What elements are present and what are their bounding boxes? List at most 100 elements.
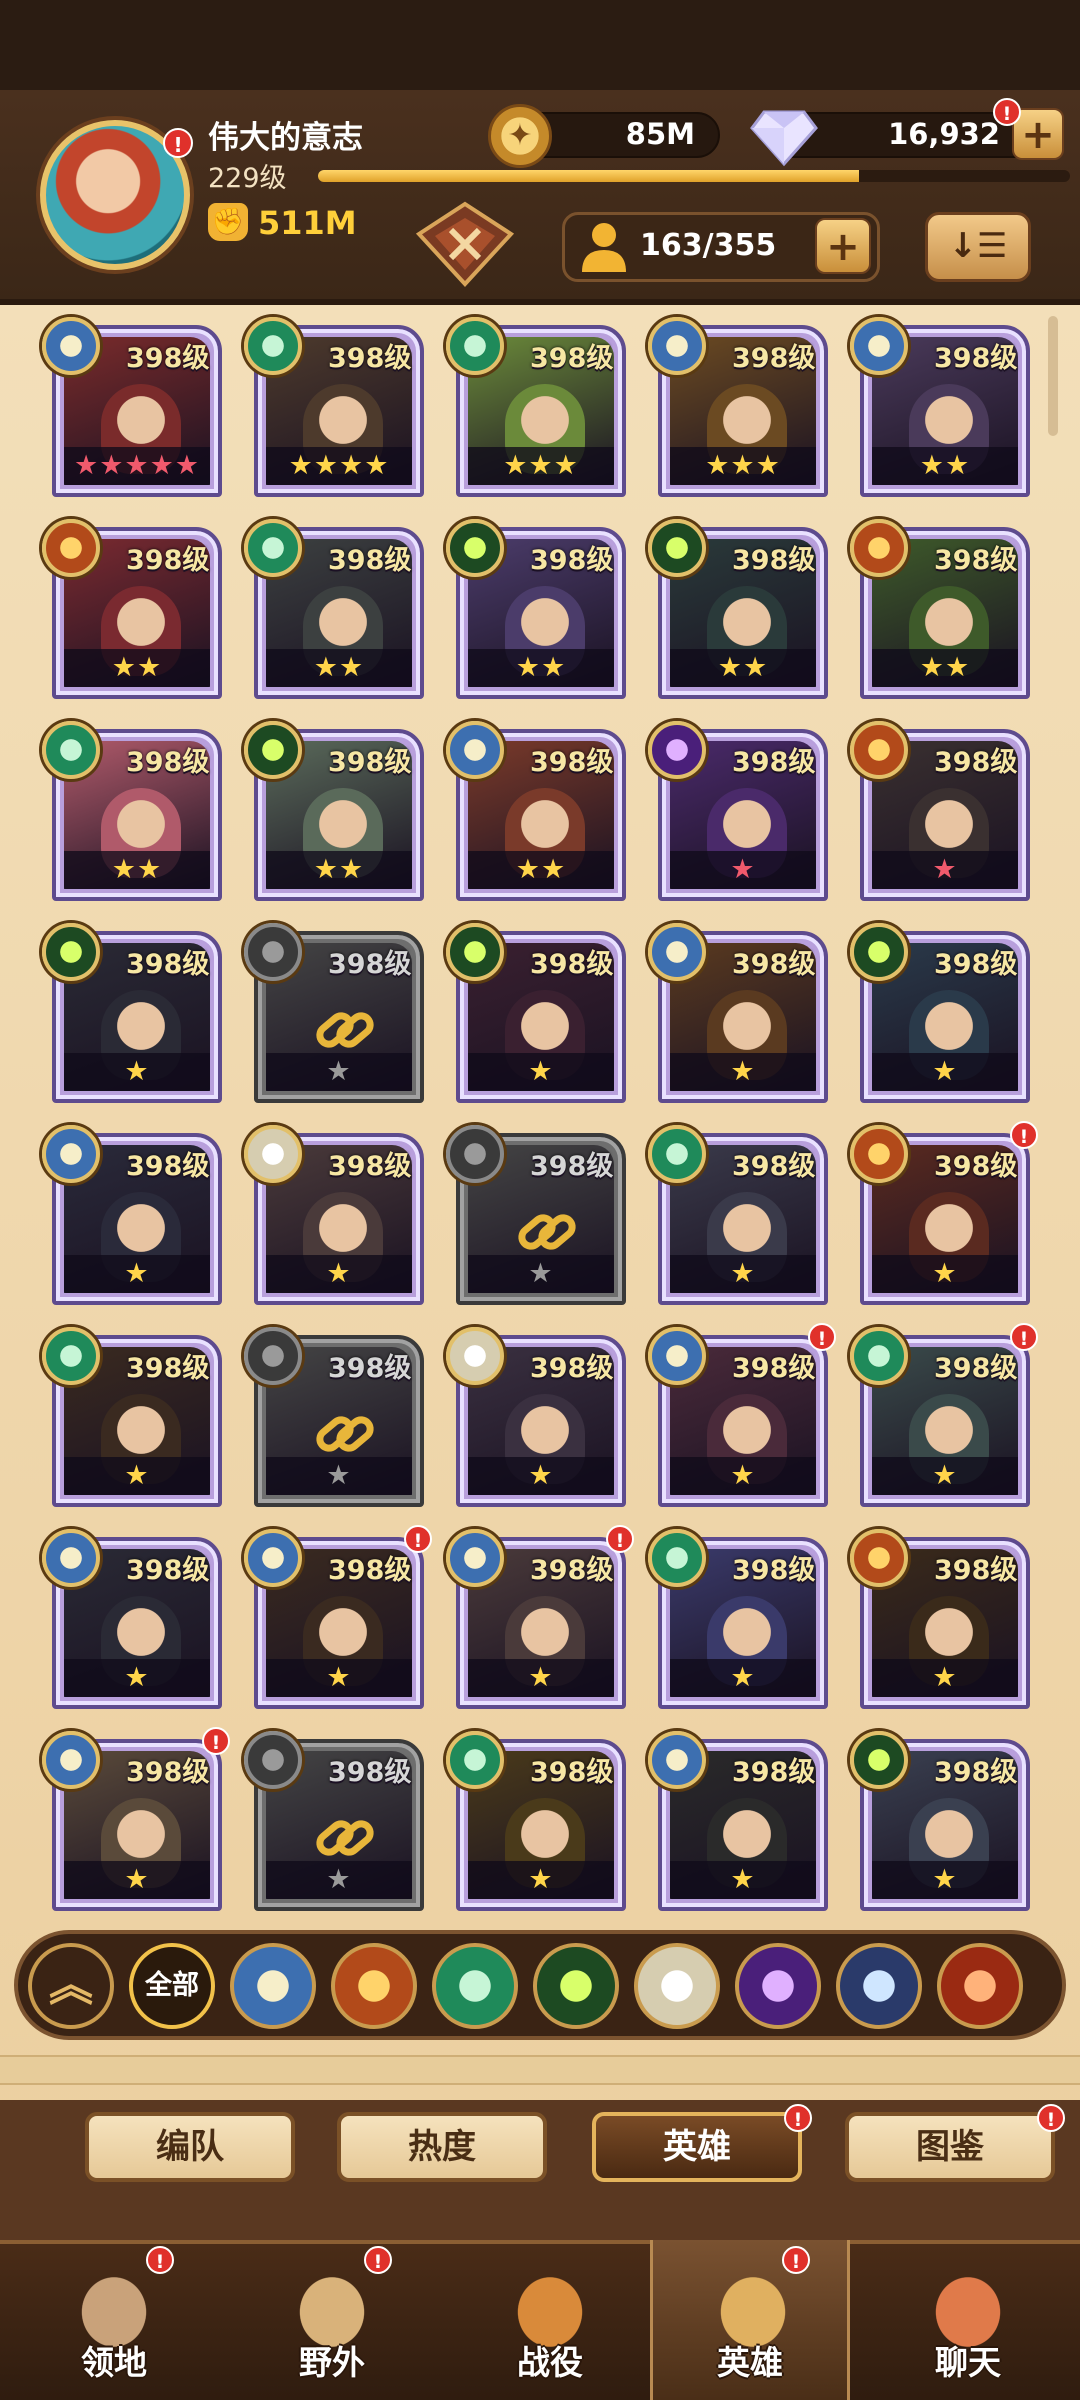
- guild-emblem-icon[interactable]: [415, 200, 515, 288]
- hero-stars: ★: [932, 1864, 958, 1895]
- mauler-faction-icon: [850, 1529, 908, 1587]
- hero-stars: ★★★★★: [73, 450, 201, 481]
- filter-dimensional-icon[interactable]: [836, 1943, 922, 2029]
- filter-graveborn-icon[interactable]: [533, 1943, 619, 2029]
- filter-hypogean-icon[interactable]: [735, 1943, 821, 2029]
- locked-faction-icon: [244, 1327, 302, 1385]
- scrollbar[interactable]: [1048, 316, 1058, 436]
- graveborn-faction-icon: [42, 923, 100, 981]
- hero-alert-badge: !: [404, 1525, 432, 1553]
- diamond-icon: [750, 110, 818, 167]
- fist-icon: ✊: [208, 203, 248, 241]
- nav-3[interactable]: 战役: [450, 2240, 650, 2400]
- hero-stars: ★: [124, 1864, 150, 1895]
- mauler-faction-icon: [42, 519, 100, 577]
- rank-up-chevron-icon[interactable]: ︽: [28, 1943, 114, 2029]
- hero-stars: ★: [326, 1258, 352, 1289]
- hero-stars: ★: [124, 1662, 150, 1693]
- hero-stars: ★: [326, 1460, 352, 1491]
- avatar-alert-badge: !: [163, 128, 193, 158]
- hypogean-faction-icon: [648, 721, 706, 779]
- hero-level: 398级: [126, 1757, 210, 1788]
- hero-level: 398级: [530, 747, 614, 778]
- nav-label: 聊天: [935, 2343, 1001, 2382]
- expand-slots-button[interactable]: +: [815, 218, 871, 274]
- tab-alert-badge: !: [1037, 2104, 1065, 2132]
- nav-alert-badge: !: [146, 2246, 174, 2274]
- lightbearer-faction-icon: [648, 1327, 706, 1385]
- graveborn-faction-icon: [446, 923, 504, 981]
- filter-all-button[interactable]: 全部: [129, 1943, 215, 2029]
- hero-level: 398级: [126, 747, 210, 778]
- hero-stars: ★★: [313, 652, 365, 683]
- nav-2[interactable]: 野外: [232, 2240, 432, 2400]
- filter-wilder-icon[interactable]: [432, 1943, 518, 2029]
- tab-2[interactable]: 热度: [337, 2112, 547, 2182]
- celestial-faction-icon: [446, 1327, 504, 1385]
- locked-faction-icon: [244, 1731, 302, 1789]
- hero-stars: ★: [730, 1662, 756, 1693]
- hero-stars: ★: [932, 1662, 958, 1693]
- wilder-faction-icon: [648, 1529, 706, 1587]
- nav-1[interactable]: 领地: [14, 2240, 214, 2400]
- hero-level: 398级: [934, 1555, 1018, 1586]
- player-name: 伟大的意志: [208, 120, 363, 156]
- hero-level: 398级: [934, 747, 1018, 778]
- tab-3[interactable]: 英雄: [592, 2112, 802, 2182]
- xp-bar: [318, 170, 1070, 182]
- combat-power: 511M: [258, 204, 357, 242]
- wilder-faction-icon: [446, 1731, 504, 1789]
- hero-level: 398级: [126, 949, 210, 980]
- filter-dragon-icon[interactable]: [937, 1943, 1023, 2029]
- tab-alert-badge: !: [784, 2104, 812, 2132]
- castle-icon: [64, 2258, 164, 2348]
- hero-level: 398级: [126, 1151, 210, 1182]
- hero-stars: ★★★: [705, 450, 781, 481]
- hero-level: 398级: [934, 1757, 1018, 1788]
- hero-level: 398级: [126, 343, 210, 374]
- hero-level: 398级: [732, 343, 816, 374]
- lightbearer-faction-icon: [446, 721, 504, 779]
- gold-value: 85M: [625, 117, 695, 151]
- hero-stars: ★★: [717, 652, 769, 683]
- hero-alert-badge: !: [606, 1525, 634, 1553]
- hero-stars: ★: [124, 1460, 150, 1491]
- hero-level: 398级: [732, 1555, 816, 1586]
- hero-level: 398级: [328, 949, 412, 980]
- gold-coin-icon: ✦: [488, 104, 552, 168]
- filter-celestial-icon[interactable]: [634, 1943, 720, 2029]
- hero-stars: ★: [932, 1460, 958, 1491]
- tab-4[interactable]: 图鉴: [845, 2112, 1055, 2182]
- map-scroll-icon: [282, 2258, 382, 2348]
- hero-stars: ★: [528, 1258, 554, 1289]
- hero-level: 398级: [934, 949, 1018, 980]
- wilder-faction-icon: [446, 317, 504, 375]
- diamond-value: 16,932: [888, 117, 1000, 151]
- hero-level: 398级: [328, 1555, 412, 1586]
- hero-stars: ★: [326, 1864, 352, 1895]
- hero-stars: ★: [528, 1460, 554, 1491]
- hero-level: 398级: [126, 545, 210, 576]
- filter-mauler-icon[interactable]: [331, 1943, 417, 2029]
- hero-stars: ★★: [111, 854, 163, 885]
- divider-strip: [0, 2055, 1080, 2085]
- graveborn-faction-icon: [648, 519, 706, 577]
- nav-4[interactable]: 英雄: [650, 2240, 850, 2400]
- lightbearer-faction-icon: [648, 317, 706, 375]
- locked-faction-icon: [446, 1125, 504, 1183]
- sort-button[interactable]: ↓☰: [925, 212, 1031, 282]
- hero-level: 398级: [126, 1353, 210, 1384]
- nav-alert-badge: !: [782, 2246, 810, 2274]
- filter-lightbearer-icon[interactable]: [230, 1943, 316, 2029]
- hero-level: 398级: [530, 949, 614, 980]
- locked-faction-icon: [244, 923, 302, 981]
- tab-1[interactable]: 编队: [85, 2112, 295, 2182]
- hero-level: 398级: [732, 1757, 816, 1788]
- hero-stars: ★: [528, 1864, 554, 1895]
- hero-stars: ★: [124, 1056, 150, 1087]
- nav-5[interactable]: 聊天: [868, 2240, 1068, 2400]
- player-level: 229级: [208, 163, 287, 194]
- hero-alert-badge: !: [808, 1323, 836, 1351]
- diamond-alert-badge: !: [993, 98, 1021, 126]
- hero-level: 398级: [328, 1151, 412, 1182]
